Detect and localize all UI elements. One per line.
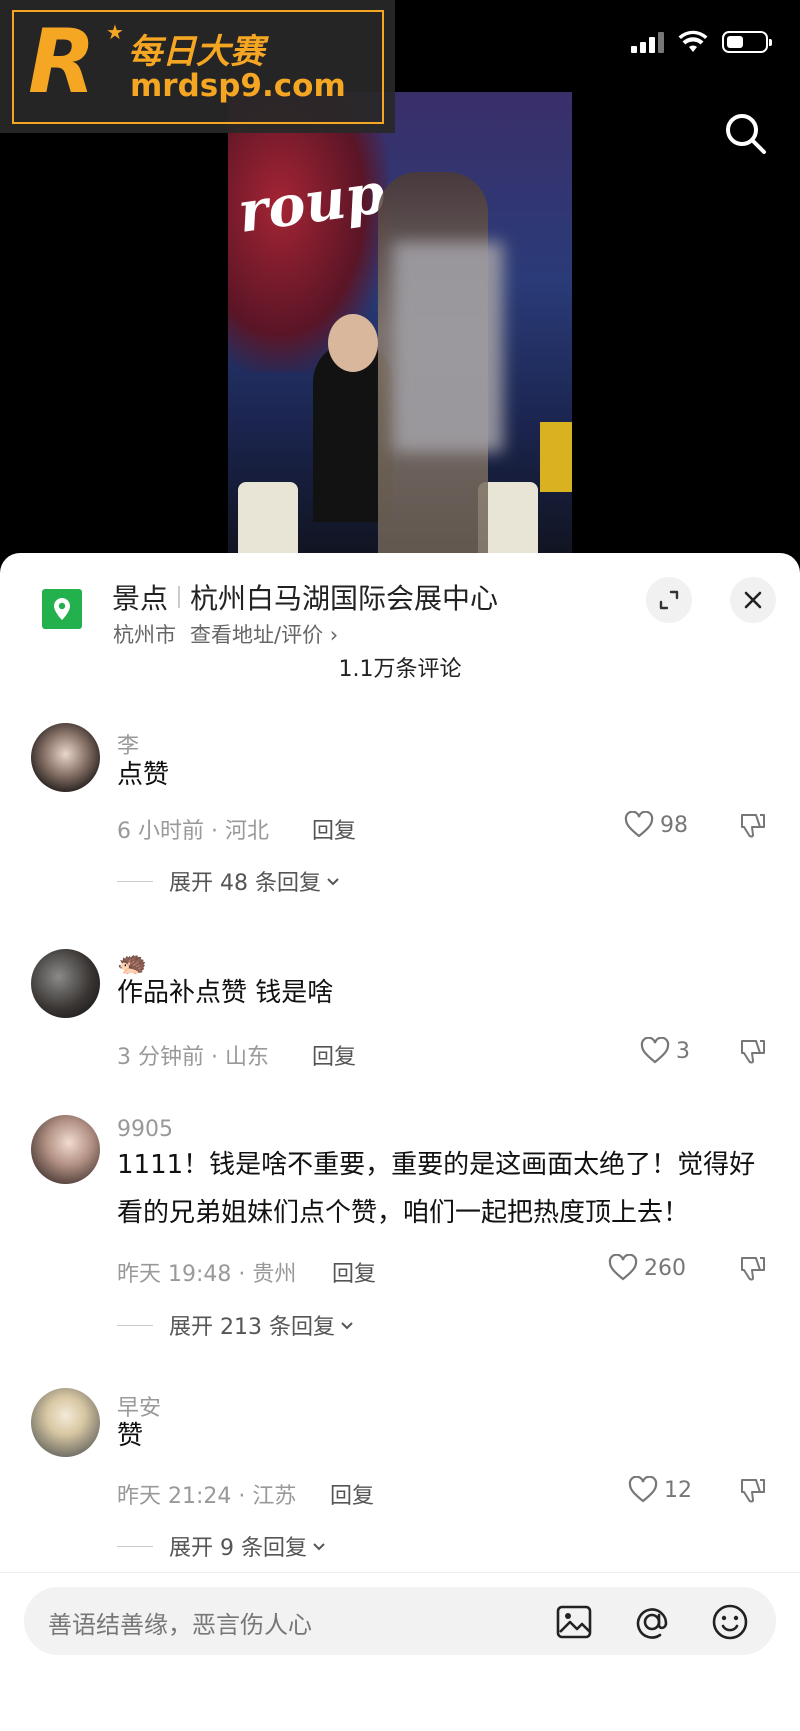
watermark-title: 每日大赛	[128, 32, 264, 72]
status-bar	[631, 30, 772, 54]
star-icon: ★	[106, 20, 124, 44]
comment-panel: 景点 杭州白马湖国际会展中心 杭州市 查看地址/评价 › 1.1万条评论 李 点赞…	[0, 553, 800, 1731]
divider	[117, 1324, 153, 1326]
reply-button[interactable]: 回复	[312, 813, 356, 845]
watermark: R ★ 每日大赛 mrdsp9.com	[0, 0, 395, 133]
comment-input-bar: 善语结善缘，恶言伤人心	[0, 1572, 800, 1731]
comment-text[interactable]: 点赞	[117, 751, 777, 799]
comment-time-place: 昨天 19:48 · 贵州	[117, 1262, 297, 1287]
search-button[interactable]	[722, 110, 770, 158]
dislike-icon[interactable]	[738, 811, 768, 841]
like-count: 98	[660, 812, 688, 838]
expand-replies-label: 展开 9 条回复	[169, 1536, 307, 1561]
heart-icon	[608, 1254, 638, 1281]
dislike-icon[interactable]	[738, 1037, 768, 1067]
input-placeholder: 善语结善缘，恶言伤人心	[48, 1611, 312, 1639]
like-count: 12	[664, 1477, 692, 1503]
expand-replies[interactable]: 展开 9 条回复	[117, 1530, 327, 1562]
like-button[interactable]: 98	[624, 811, 688, 839]
expand-replies[interactable]: 展开 213 条回复	[117, 1309, 355, 1341]
divider	[117, 880, 153, 882]
reply-button[interactable]: 回复	[332, 1256, 376, 1288]
search-icon	[726, 114, 766, 154]
like-button[interactable]: 12	[628, 1476, 692, 1504]
comment-text[interactable]: 1111！钱是啥不重要，重要的是这画面太绝了！觉得好看的兄弟姐妹们点个赞，咱们一…	[117, 1141, 777, 1237]
close-icon	[744, 591, 762, 609]
location-link[interactable]: 查看地址/评价 ›	[190, 623, 338, 647]
avatar[interactable]	[31, 1388, 100, 1457]
comment-time-place: 昨天 21:24 · 江苏	[117, 1484, 297, 1509]
comment-count: 1.1万条评论	[338, 657, 462, 682]
reply-button[interactable]: 回复	[330, 1478, 374, 1510]
location-category: 景点	[112, 582, 169, 615]
watermark-url: mrdsp9.com	[130, 68, 346, 104]
location-name: 杭州白马湖国际会展中心	[190, 582, 499, 615]
comment-time-place: 6 小时前 · 河北	[117, 819, 269, 844]
avatar[interactable]	[31, 723, 100, 792]
emoji-icon[interactable]	[710, 1602, 750, 1642]
dislike-icon[interactable]	[738, 1476, 768, 1506]
like-count: 260	[644, 1255, 686, 1281]
blur-mosaic	[393, 242, 503, 452]
at-icon[interactable]	[632, 1602, 672, 1642]
like-count: 3	[676, 1038, 690, 1064]
expand-replies-label: 展开 48 条回复	[169, 871, 321, 896]
image-icon[interactable]	[554, 1602, 594, 1642]
reply-button[interactable]: 回复	[312, 1039, 356, 1071]
signal-icon	[631, 31, 664, 53]
battery-icon	[722, 31, 772, 53]
expand-icon	[659, 590, 679, 610]
avatar[interactable]	[31, 1115, 100, 1184]
heart-icon	[628, 1476, 658, 1503]
expand-replies[interactable]: 展开 48 条回复	[117, 865, 341, 897]
yellow-board	[540, 422, 572, 492]
video-frame[interactable]: roup	[228, 92, 572, 562]
video-area[interactable]: roup R ★ 每日大赛 mrdsp9.com	[0, 0, 800, 562]
like-button[interactable]: 3	[640, 1037, 690, 1065]
divider	[117, 1545, 153, 1547]
location-city: 杭州市	[113, 623, 176, 647]
chevron-down-icon	[327, 878, 339, 886]
location-title[interactable]: 景点 杭州白马湖国际会展中心	[112, 577, 498, 617]
comment-text[interactable]: 赞	[117, 1412, 777, 1460]
dislike-icon[interactable]	[738, 1254, 768, 1284]
seat	[238, 482, 298, 562]
divider	[178, 586, 181, 608]
comment-time-place: 3 分钟前 · 山东	[117, 1045, 269, 1070]
heart-icon	[624, 811, 654, 838]
expand-replies-label: 展开 213 条回复	[169, 1315, 335, 1340]
wifi-icon	[678, 30, 708, 52]
comment-username[interactable]: 9905	[117, 1117, 173, 1142]
location-pin-icon[interactable]	[42, 589, 82, 629]
chevron-down-icon	[313, 1543, 325, 1551]
expand-button[interactable]	[646, 577, 692, 623]
comment-text[interactable]: 作品补点赞 钱是啥	[117, 969, 777, 1017]
chevron-down-icon	[341, 1322, 353, 1330]
location-subtitle[interactable]: 杭州市 查看地址/评价 ›	[113, 619, 338, 649]
like-button[interactable]: 260	[608, 1254, 686, 1282]
heart-icon	[640, 1037, 670, 1064]
watermark-logo: R	[28, 10, 96, 113]
comment-input[interactable]: 善语结善缘，恶言伤人心	[24, 1587, 776, 1655]
close-button[interactable]	[730, 577, 776, 623]
seated-man-head	[328, 314, 378, 372]
avatar[interactable]	[31, 949, 100, 1018]
